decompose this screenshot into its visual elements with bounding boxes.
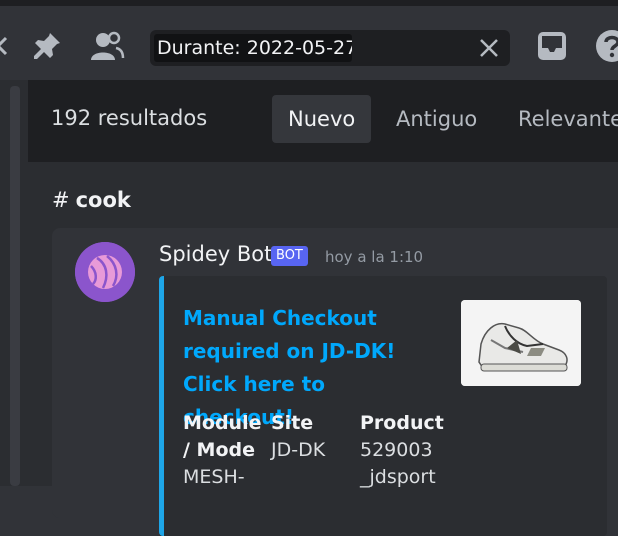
channel-hash: # xyxy=(52,188,70,212)
pin-icon[interactable] xyxy=(31,30,63,62)
field-value: 529003 _jdsport xyxy=(360,439,436,488)
embed-field-module: Module / Mode MESH- xyxy=(183,410,263,491)
bot-badge: BOT xyxy=(271,246,308,266)
left-scrollbar[interactable] xyxy=(10,86,20,486)
sneaker-thumbnail[interactable] xyxy=(461,300,581,386)
message-timestamp: hoy a la 1:10 xyxy=(325,248,424,266)
embed-field-product: Product 529003 _jdsport xyxy=(360,410,450,491)
search-query[interactable]: Durante: 2022-05-27 xyxy=(154,34,352,62)
field-value: JD-DK xyxy=(271,439,326,461)
message-embed: Manual Checkout required on JD-DK! Click… xyxy=(159,276,607,536)
tab-new[interactable]: Nuevo xyxy=(272,95,372,143)
message-result[interactable]: Spidey Bot BOT hoy a la 1:10 Manual Chec… xyxy=(52,228,618,536)
close-icon[interactable] xyxy=(476,36,502,60)
people-icon[interactable] xyxy=(89,30,125,62)
search-results-list: # cook Spidey Bot BOT hoy a la 1:10 Manua… xyxy=(28,162,618,536)
help-icon[interactable] xyxy=(594,28,618,64)
top-toolbar: Durante: 2022-05-27 xyxy=(0,0,618,80)
tab-relevant[interactable]: Relevante xyxy=(502,95,618,143)
field-value: MESH- xyxy=(183,466,245,488)
message-author[interactable]: Spidey Bot xyxy=(159,242,272,266)
field-name: Product xyxy=(360,412,444,434)
field-name: Module / Mode xyxy=(183,412,262,461)
channel-name[interactable]: # cook xyxy=(52,188,131,212)
channel-label: cook xyxy=(75,188,131,212)
search-box[interactable]: Durante: 2022-05-27 xyxy=(150,30,510,66)
embed-field-site: Site JD-DK xyxy=(271,410,341,464)
field-name: Site xyxy=(271,412,314,434)
inbox-icon[interactable] xyxy=(534,28,570,64)
tab-old[interactable]: Antiguo xyxy=(380,95,493,143)
search-results-header: 192 resultados Nuevo Antiguo Relevante xyxy=(28,80,618,162)
results-count: 192 resultados xyxy=(51,106,208,130)
chevron-left-icon[interactable] xyxy=(0,34,8,58)
avatar[interactable] xyxy=(75,242,135,302)
